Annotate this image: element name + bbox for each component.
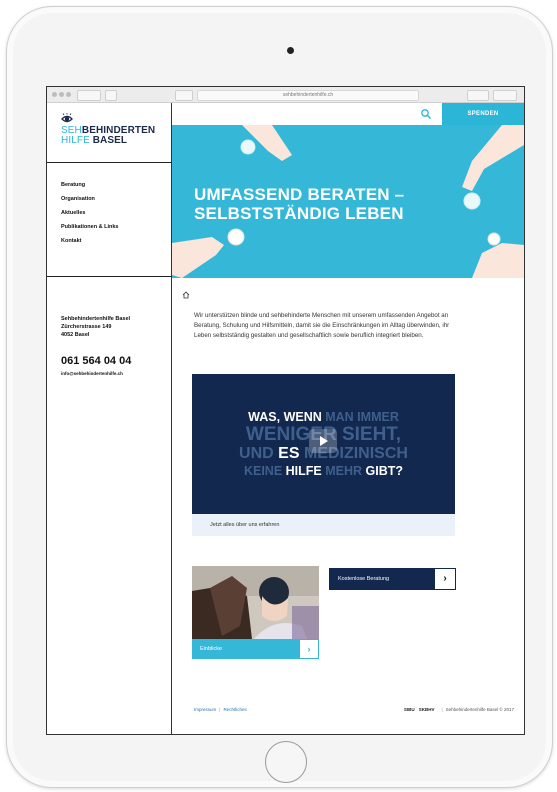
donate-button[interactable]: SPENDEN <box>442 103 524 125</box>
insights-photo[interactable] <box>192 566 319 639</box>
site-logo[interactable]: SEHBEHINDERTEN HILFE BASEL <box>61 113 161 153</box>
eye-icon <box>61 113 73 123</box>
insights-label: Einblicke <box>200 646 223 652</box>
email-link[interactable]: info@sehbehindertenhilfe.ch <box>61 371 123 376</box>
reader-button[interactable] <box>467 90 489 101</box>
address-bar[interactable]: sehbehindertenhilfe.ch <box>197 90 419 101</box>
video-caption-link[interactable]: Jetzt alles über uns erfahren <box>192 514 455 536</box>
insights-link[interactable]: Einblicke › <box>192 639 319 659</box>
free-consultation-button[interactable]: Kostenlose Beratung › <box>329 568 456 590</box>
browser-toolbar: sehbehindertenhilfe.ch <box>47 87 524 103</box>
share-button[interactable] <box>175 90 193 101</box>
nav-item-organisation[interactable]: Organisation <box>61 192 118 206</box>
hero-headline-line-1: UMFASSEND BERATEN – <box>194 185 405 204</box>
intro-text: Wir unterstützen blinde und sehbehindert… <box>194 312 450 339</box>
free-consultation-label: Kostenlose Beratung <box>338 576 390 582</box>
copyright-text: Sehbehindertenhilfe Basel © 2017 <box>445 707 514 712</box>
hero-headline-line-2: SELBSTSTÄNDIG LEBEN <box>194 204 404 223</box>
chevron-right-icon[interactable]: › <box>299 639 319 659</box>
footer-separator: | <box>219 707 221 712</box>
top-bar: SPENDEN <box>172 103 524 125</box>
chevron-right-icon[interactable]: › <box>434 568 456 590</box>
tablet-frame: sehbehindertenhilfe.ch SEHBEHINDERTEN HI… <box>6 6 553 788</box>
hero-banner: UMFASSEND BERATEN – SELBSTSTÄNDIG LEBEN <box>172 125 524 278</box>
tabs-button[interactable] <box>493 90 517 101</box>
contact-address: Sehbehindertenhilfe Basel Zürcherstrasse… <box>61 315 130 339</box>
window-close-icon[interactable] <box>52 92 57 97</box>
home-button[interactable] <box>265 741 307 783</box>
divider <box>47 162 171 163</box>
video-player[interactable]: WAS, WENN MAN IMMER WENIGER SIEHT, UND E… <box>192 374 455 514</box>
back-forward-buttons[interactable] <box>77 90 101 101</box>
footer-partners: SIBU SKBHV | Sehbehindertenhilfe Basel © 20… <box>404 707 514 712</box>
street: Zürcherstrasse 149 <box>61 324 112 330</box>
divider <box>47 276 171 277</box>
partner-logo-skbhv[interactable]: SKBHV <box>419 707 435 712</box>
nav-item-kontakt[interactable]: Kontakt <box>61 234 118 248</box>
play-icon[interactable] <box>309 429 337 453</box>
nav-item-beratung[interactable]: Beratung <box>61 178 118 192</box>
front-camera <box>287 47 294 54</box>
partner-logo-sibu[interactable]: SIBU <box>404 707 415 712</box>
home-icon[interactable] <box>182 291 190 299</box>
window-minimize-icon[interactable] <box>59 92 64 97</box>
footer: Impressum | Rechtliches SIBU SKBHV | Sehbehin… <box>172 703 524 719</box>
search-icon[interactable] <box>420 108 432 120</box>
hero-headline: UMFASSEND BERATEN – SELBSTSTÄNDIG LEBEN <box>194 185 404 223</box>
sidebar-toggle-button[interactable] <box>105 90 117 101</box>
rechtliches-link[interactable]: Rechtliches <box>223 707 246 712</box>
impressum-link[interactable]: Impressum <box>194 707 216 712</box>
window-zoom-icon[interactable] <box>66 92 71 97</box>
main-navigation: Beratung Organisation Aktuelles Publikat… <box>61 178 118 248</box>
video-text-line-4: KEINE HILFE MEHR GIBT? <box>243 464 404 478</box>
phone-number[interactable]: 061 564 04 04 <box>61 355 131 367</box>
footer-links: Impressum | Rechtliches <box>194 707 247 712</box>
sidebar: SEHBEHINDERTEN HILFE BASEL Beratung Orga… <box>47 103 172 734</box>
video-text-line-1: WAS, WENN MAN IMMER <box>248 410 399 424</box>
nav-item-publikationen[interactable]: Publikationen & Links <box>61 220 118 234</box>
footer-separator: | <box>441 707 443 712</box>
main-content: SPENDEN UMFASSEND BERATEN – SELBSTSTÄNDI… <box>172 103 524 734</box>
logo-line-2: HILFE BASEL <box>61 135 128 146</box>
org-name: Sehbehindertenhilfe Basel <box>61 316 131 322</box>
nav-item-aktuelles[interactable]: Aktuelles <box>61 206 118 220</box>
tablet-screen: sehbehindertenhilfe.ch SEHBEHINDERTEN HI… <box>46 86 525 735</box>
city: 4052 Basel <box>61 332 90 338</box>
